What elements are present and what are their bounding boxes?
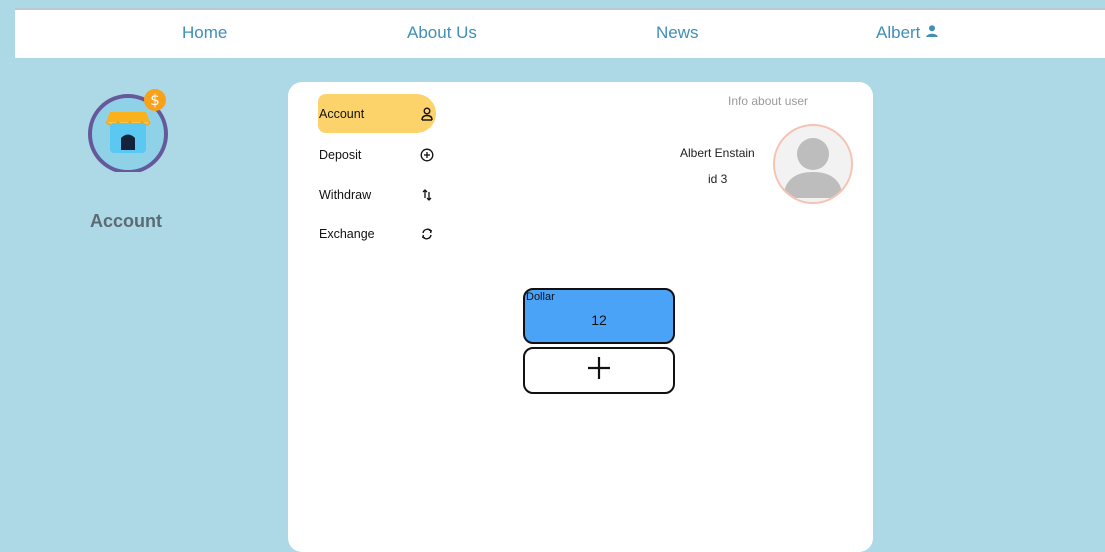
menu-withdraw-label: Withdraw — [319, 187, 372, 202]
menu-exchange-label: Exchange — [319, 226, 375, 241]
nav-about-link[interactable]: About Us — [407, 23, 477, 43]
arrows-up-down-icon — [419, 187, 435, 203]
menu-withdraw-button[interactable]: Withdraw — [318, 175, 436, 214]
menu-account-label: Account — [319, 106, 365, 121]
nav-user-label: Albert — [876, 23, 921, 42]
user-icon — [925, 23, 939, 43]
nav-user-link[interactable]: Albert — [876, 23, 939, 43]
nav-news-link[interactable]: News — [656, 23, 699, 43]
user-id: id 3 — [708, 172, 728, 186]
svg-text:$: $ — [150, 91, 160, 109]
plus-circle-icon — [419, 147, 435, 163]
currency-name: Dollar — [526, 291, 555, 303]
menu-deposit-label: Deposit — [319, 147, 362, 162]
user-icon — [419, 106, 435, 122]
info-title: Info about user — [728, 94, 809, 108]
avatar — [773, 124, 853, 204]
currency-card[interactable]: Dollar 12 — [523, 288, 675, 344]
section-title: Account — [90, 211, 162, 231]
menu-deposit-button[interactable]: Deposit — [318, 135, 436, 174]
menu-account-button[interactable]: Account — [318, 94, 436, 133]
add-currency-button[interactable] — [523, 347, 675, 394]
plus-icon — [585, 354, 613, 387]
menu-exchange-button[interactable]: Exchange — [318, 214, 436, 253]
refresh-icon — [419, 226, 435, 242]
user-full-name: Albert Enstain — [680, 146, 755, 160]
nav-home-link[interactable]: Home — [182, 23, 227, 43]
top-navigation: Home About Us News Albert — [15, 8, 1105, 58]
currency-amount: 12 — [591, 312, 607, 328]
bank-logo: $ — [86, 88, 170, 174]
account-card: Account Deposit Withdraw Exchange Info a… — [288, 82, 873, 552]
